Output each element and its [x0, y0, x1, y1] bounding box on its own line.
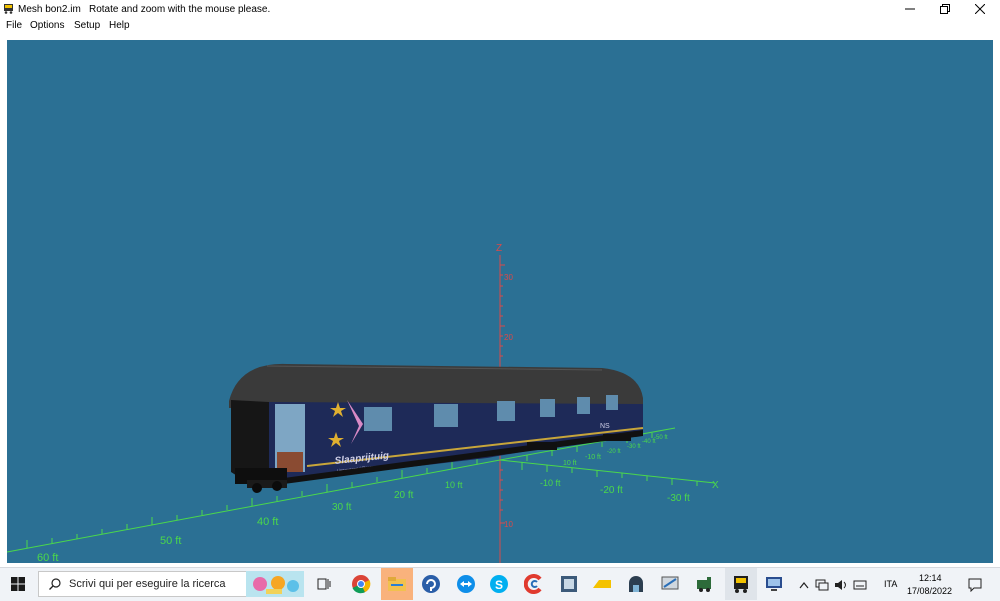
floor-tick-40ft: 40 ft [257, 516, 278, 528]
railway-coach-model[interactable]: Slaaprijtuig Liegewagen / Sleeper NS [229, 363, 644, 493]
skype-button[interactable]: S [487, 572, 511, 596]
app-button-2[interactable] [590, 572, 614, 596]
ns-logo: NS [600, 423, 610, 430]
menu-bar: File Options Setup Help [0, 18, 1000, 34]
task-view-icon [317, 578, 331, 590]
x-axis-far [499, 459, 716, 484]
far-tick-10ft: 10 ft [563, 460, 577, 467]
teamviewer-icon [457, 575, 475, 593]
far-tick-neg50ft: -50 ft [654, 435, 668, 441]
x-axis-label: X [712, 480, 719, 491]
train-button[interactable] [693, 572, 717, 596]
floor-tick-neg30ft: -30 ft [667, 493, 690, 504]
clock-time[interactable]: 12:14 [919, 573, 942, 583]
floor-tick-30ft: 30 ft [332, 502, 352, 513]
network-icon[interactable] [815, 579, 829, 591]
z-tick-10: 10 [504, 520, 513, 529]
task-view-button[interactable] [312, 572, 336, 596]
minimize-icon [905, 8, 915, 10]
notification-icon[interactable] [968, 578, 982, 592]
restore-icon [940, 4, 950, 14]
app-button-3[interactable] [624, 572, 648, 596]
floor-tick-neg10ft: -10 ft [540, 478, 561, 488]
floor-tick-20ft: 20 ft [394, 490, 414, 501]
remote-desktop-button[interactable] [762, 572, 786, 596]
file-explorer-button[interactable] [381, 568, 413, 600]
svg-text:S: S [495, 578, 503, 592]
floor-tick-50ft: 50 ft [160, 535, 181, 547]
windows-start-button[interactable] [6, 572, 30, 596]
windows-start-icon [11, 577, 25, 591]
restore-button[interactable] [927, 0, 963, 18]
teamviewer-button[interactable] [454, 572, 478, 596]
skype-icon: S [490, 575, 508, 593]
tray-chevron-up-icon[interactable] [799, 581, 809, 589]
window-hint: Rotate and zoom with the mouse please. [89, 4, 271, 15]
file-explorer-icon [388, 577, 406, 591]
menu-file[interactable]: File [6, 20, 22, 31]
close-button[interactable] [962, 0, 998, 18]
search-placeholder: Scrivi qui per eseguire la ricerca [69, 578, 226, 590]
ccleaner-button[interactable] [522, 572, 546, 596]
far-tick-neg10ft: -10 ft [585, 454, 601, 461]
bittorrent-button[interactable] [419, 572, 443, 596]
menu-options[interactable]: Options [30, 20, 64, 31]
app-icon-1 [561, 576, 577, 592]
app-icon-3 [629, 576, 643, 592]
clock-date[interactable]: 17/08/2022 [907, 586, 952, 596]
floor-tick-10ft: 10 ft [445, 480, 463, 490]
taskbar-search-box[interactable]: Scrivi qui per eseguire la ricerca [38, 571, 304, 597]
keyboard-icon[interactable] [853, 579, 867, 591]
far-tick-neg30ft: -30 ft [627, 444, 641, 450]
ccleaner-icon [524, 574, 542, 594]
bittorrent-icon [422, 575, 440, 593]
minimize-button[interactable] [892, 0, 928, 18]
z-tick-30: 30 [504, 273, 513, 282]
chrome-icon [352, 575, 371, 594]
volume-icon[interactable] [834, 579, 848, 591]
scene-canvas[interactable]: Z 30 20 10 X 50 ft 40 ft 30 ft 20 ft 10 … [7, 40, 993, 563]
train-app-icon [734, 576, 748, 593]
train-app-button[interactable] [725, 568, 757, 600]
menu-setup[interactable]: Setup [74, 20, 100, 31]
app-train-icon [4, 4, 13, 14]
far-tick-neg20ft: -20 ft [607, 449, 621, 455]
search-icon [49, 578, 61, 590]
far-tick-60ft: 60 ft [37, 552, 58, 563]
search-highlight-image [246, 571, 304, 597]
chrome-button[interactable] [349, 572, 373, 596]
menu-help[interactable]: Help [109, 20, 130, 31]
app-icon-2 [593, 580, 611, 588]
z-axis-label: Z [496, 243, 502, 254]
language-indicator[interactable]: ITA [884, 579, 897, 589]
train-icon [697, 577, 711, 592]
app-button-1[interactable] [557, 572, 581, 596]
title-bar: Mesh bon2.im Rotate and zoom with the mo… [0, 0, 1000, 18]
taskbar: Scrivi qui per eseguire la ricerca S ITA… [0, 567, 1000, 601]
app-button-4[interactable] [658, 572, 682, 596]
3d-viewport[interactable]: Z 30 20 10 X 50 ft 40 ft 30 ft 20 ft 10 … [7, 40, 993, 563]
window-title: Mesh bon2.im [18, 4, 81, 15]
floor-tick-neg20ft: -20 ft [600, 485, 623, 496]
z-tick-20: 20 [504, 333, 513, 342]
close-icon [975, 4, 985, 14]
app-icon-4 [661, 576, 679, 590]
remote-desktop-icon [766, 577, 782, 591]
